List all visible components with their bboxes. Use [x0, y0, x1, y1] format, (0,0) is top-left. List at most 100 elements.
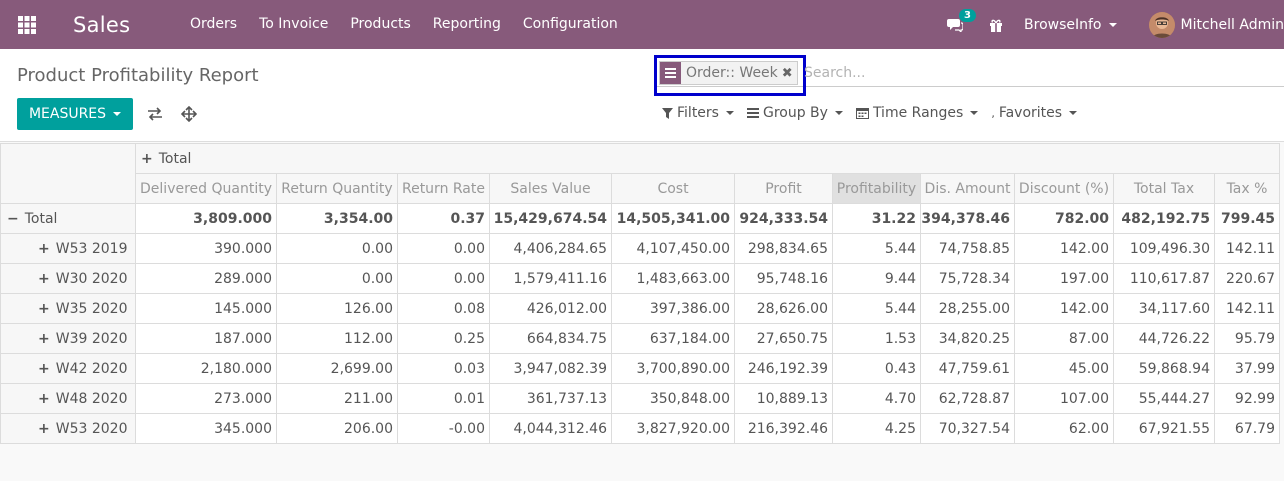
- table-cell[interactable]: 145.000: [135, 293, 277, 324]
- table-cell[interactable]: 62,728.87: [920, 383, 1015, 414]
- table-cell[interactable]: 0.00: [276, 263, 398, 294]
- table-cell[interactable]: 67,921.55: [1113, 413, 1215, 444]
- table-cell[interactable]: 92.99: [1214, 383, 1280, 414]
- table-cell[interactable]: 4.70: [832, 383, 921, 414]
- table-cell[interactable]: 34,117.60: [1113, 293, 1215, 324]
- table-cell[interactable]: 10,889.13: [734, 383, 833, 414]
- table-cell[interactable]: 95,748.16: [734, 263, 833, 294]
- table-cell[interactable]: 390.000: [135, 233, 277, 264]
- table-cell[interactable]: 361,737.13: [489, 383, 612, 414]
- table-cell[interactable]: 34,820.25: [920, 323, 1015, 354]
- table-cell[interactable]: 3,827,920.00: [611, 413, 735, 444]
- table-cell[interactable]: 0.00: [397, 263, 490, 294]
- measure-header[interactable]: Tax %: [1214, 173, 1280, 204]
- row-header[interactable]: + W48 2020: [0, 383, 136, 414]
- table-cell[interactable]: 2,699.00: [276, 353, 398, 384]
- close-icon[interactable]: ✖: [782, 66, 797, 81]
- row-header[interactable]: + W35 2020: [0, 293, 136, 324]
- table-cell[interactable]: 142.11: [1214, 233, 1280, 264]
- apps-menu-icon[interactable]: [0, 0, 54, 49]
- table-cell[interactable]: 28,255.00: [920, 293, 1015, 324]
- table-cell[interactable]: 15,429,674.54: [489, 203, 612, 234]
- menu-products[interactable]: Products: [339, 0, 421, 49]
- table-cell[interactable]: 109,496.30: [1113, 233, 1215, 264]
- table-cell[interactable]: 14,505,341.00: [611, 203, 735, 234]
- table-cell[interactable]: 211.00: [276, 383, 398, 414]
- table-cell[interactable]: 273.000: [135, 383, 277, 414]
- row-header[interactable]: + W53 2019: [0, 233, 136, 264]
- table-cell[interactable]: 27,650.75: [734, 323, 833, 354]
- table-cell[interactable]: 47,759.61: [920, 353, 1015, 384]
- app-brand[interactable]: Sales: [73, 13, 179, 37]
- table-cell[interactable]: 142.00: [1014, 293, 1114, 324]
- table-cell[interactable]: 187.000: [135, 323, 277, 354]
- table-cell[interactable]: 87.00: [1014, 323, 1114, 354]
- table-cell[interactable]: 1,579,411.16: [489, 263, 612, 294]
- table-cell[interactable]: 0.00: [276, 233, 398, 264]
- table-cell[interactable]: 67.79: [1214, 413, 1280, 444]
- company-switcher[interactable]: BrowseInfo: [1024, 17, 1117, 33]
- table-cell[interactable]: 637,184.00: [611, 323, 735, 354]
- table-cell[interactable]: 55,444.27: [1113, 383, 1215, 414]
- measure-header[interactable]: Delivered Quantity: [135, 173, 277, 204]
- table-cell[interactable]: 70,327.54: [920, 413, 1015, 444]
- row-header-total[interactable]: − Total: [0, 203, 136, 234]
- table-cell[interactable]: 0.43: [832, 353, 921, 384]
- menu-to-invoice[interactable]: To Invoice: [248, 0, 339, 49]
- menu-configuration[interactable]: Configuration: [512, 0, 629, 49]
- table-cell[interactable]: 31.22: [832, 203, 921, 234]
- table-cell[interactable]: 3,700,890.00: [611, 353, 735, 384]
- table-cell[interactable]: 924,333.54: [734, 203, 833, 234]
- table-cell[interactable]: 350,848.00: [611, 383, 735, 414]
- row-header[interactable]: + W39 2020: [0, 323, 136, 354]
- measure-header[interactable]: Discount (%): [1014, 173, 1114, 204]
- table-cell[interactable]: 110,617.87: [1113, 263, 1215, 294]
- search-facet-groupby[interactable]: Order:: Week ✖: [659, 61, 798, 85]
- table-cell[interactable]: 0.25: [397, 323, 490, 354]
- table-cell[interactable]: 45.00: [1014, 353, 1114, 384]
- table-cell[interactable]: 0.08: [397, 293, 490, 324]
- table-cell[interactable]: 664,834.75: [489, 323, 612, 354]
- table-cell[interactable]: 4,044,312.46: [489, 413, 612, 444]
- row-header[interactable]: + W30 2020: [0, 263, 136, 294]
- measure-header[interactable]: Profit: [734, 173, 833, 204]
- table-cell[interactable]: 4,107,450.00: [611, 233, 735, 264]
- table-cell[interactable]: 44,726.22: [1113, 323, 1215, 354]
- groupby-dropdown[interactable]: Group By: [746, 105, 843, 121]
- table-cell[interactable]: 142.00: [1014, 233, 1114, 264]
- measure-header[interactable]: Total Tax: [1113, 173, 1215, 204]
- table-cell[interactable]: 394,378.46: [920, 203, 1015, 234]
- table-cell[interactable]: 426,012.00: [489, 293, 612, 324]
- table-cell[interactable]: 482,192.75: [1113, 203, 1215, 234]
- favorites-dropdown[interactable]: , Favorites: [991, 105, 1078, 121]
- table-cell[interactable]: 74,758.85: [920, 233, 1015, 264]
- menu-orders[interactable]: Orders: [179, 0, 248, 49]
- table-cell[interactable]: 220.67: [1214, 263, 1280, 294]
- table-cell[interactable]: -0.00: [397, 413, 490, 444]
- table-cell[interactable]: 289.000: [135, 263, 277, 294]
- table-cell[interactable]: 112.00: [276, 323, 398, 354]
- table-cell[interactable]: 107.00: [1014, 383, 1114, 414]
- row-header[interactable]: + W42 2020: [0, 353, 136, 384]
- flip-axis-button[interactable]: [143, 102, 167, 126]
- table-cell[interactable]: 62.00: [1014, 413, 1114, 444]
- table-cell[interactable]: 1.53: [832, 323, 921, 354]
- table-cell[interactable]: 216,392.46: [734, 413, 833, 444]
- measure-header[interactable]: Sales Value: [489, 173, 612, 204]
- table-cell[interactable]: 142.11: [1214, 293, 1280, 324]
- table-cell[interactable]: 5.44: [832, 293, 921, 324]
- table-cell[interactable]: 3,947,082.39: [489, 353, 612, 384]
- measure-header[interactable]: Profitability: [832, 173, 921, 204]
- pivot-col-header-total[interactable]: + Total: [135, 143, 1280, 174]
- timeranges-dropdown[interactable]: Time Ranges: [855, 105, 979, 121]
- table-cell[interactable]: 0.37: [397, 203, 490, 234]
- table-cell[interactable]: 246,192.39: [734, 353, 833, 384]
- table-cell[interactable]: 1,483,663.00: [611, 263, 735, 294]
- table-cell[interactable]: 75,728.34: [920, 263, 1015, 294]
- table-cell[interactable]: 37.99: [1214, 353, 1280, 384]
- measure-header[interactable]: Return Quantity: [276, 173, 398, 204]
- messaging-menu[interactable]: 3: [947, 8, 976, 32]
- table-cell[interactable]: 4,406,284.65: [489, 233, 612, 264]
- search-input[interactable]: [804, 64, 1274, 82]
- table-cell[interactable]: 5.44: [832, 233, 921, 264]
